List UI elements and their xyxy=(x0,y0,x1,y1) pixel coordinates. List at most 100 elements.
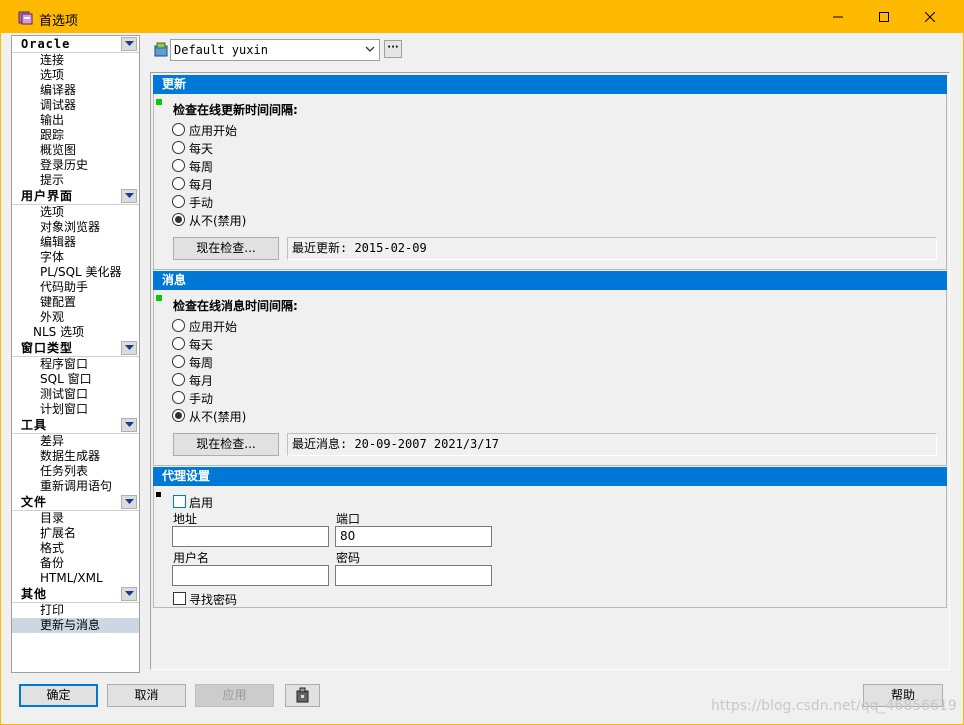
cancel-button[interactable]: 取消 xyxy=(107,684,186,707)
proxy-port-input[interactable]: 80 xyxy=(335,526,492,547)
category-item[interactable]: HTML/XML xyxy=(12,571,139,586)
update-check-now-button[interactable]: 现在检查... xyxy=(173,237,279,260)
update-interval-option-label: 从不(禁用) xyxy=(189,214,247,228)
category-item[interactable]: 扩展名 xyxy=(12,526,139,541)
find-password-checkbox[interactable] xyxy=(173,592,186,605)
messages-interval-radio[interactable] xyxy=(172,409,185,422)
close-icon xyxy=(925,12,935,22)
category-header[interactable]: 文件 xyxy=(12,494,139,511)
plugin-button[interactable] xyxy=(285,684,320,707)
category-item[interactable]: SQL 窗口 xyxy=(12,372,139,387)
proxy-password-input[interactable] xyxy=(335,565,492,586)
messages-interval-radio[interactable] xyxy=(172,373,185,386)
category-item[interactable]: 计划窗口 xyxy=(12,402,139,417)
chevron-down-icon xyxy=(365,46,375,52)
messages-interval-option-label: 从不(禁用) xyxy=(189,410,247,424)
collapse-button[interactable] xyxy=(121,341,137,355)
category-item[interactable]: 提示 xyxy=(12,173,139,188)
chevron-down-icon xyxy=(124,422,134,427)
category-item[interactable]: 任务列表 xyxy=(12,464,139,479)
proxy-marker xyxy=(156,492,161,497)
collapse-button[interactable] xyxy=(121,587,137,601)
find-password-label: 寻找密码 xyxy=(189,593,238,607)
collapse-button[interactable] xyxy=(121,37,137,51)
category-item[interactable]: 代码助手 xyxy=(12,280,139,295)
close-button[interactable] xyxy=(907,1,953,33)
maximize-icon xyxy=(879,12,889,22)
profile-select[interactable]: Default yuxin xyxy=(170,39,380,61)
category-item[interactable]: 差异 xyxy=(12,434,139,449)
title-bar[interactable]: 首选项 xyxy=(1,1,963,33)
category-item[interactable]: 外观 xyxy=(12,310,139,325)
update-interval-radio[interactable] xyxy=(172,177,185,190)
category-header[interactable]: 工具 xyxy=(12,417,139,434)
category-item[interactable]: 打印 xyxy=(12,603,139,618)
category-item[interactable]: 格式 xyxy=(12,541,139,556)
messages-interval-radio[interactable] xyxy=(172,319,185,332)
proxy-password-label: 密码 xyxy=(336,551,361,565)
window-title: 首选项 xyxy=(39,14,79,29)
category-item[interactable]: 登录历史 xyxy=(12,158,139,173)
proxy-enable-checkbox[interactable] xyxy=(173,495,186,508)
category-item[interactable]: 程序窗口 xyxy=(12,357,139,372)
category-item[interactable]: 目录 xyxy=(12,511,139,526)
minimize-icon xyxy=(833,16,843,18)
category-tree[interactable]: Oracle 连接 选项 编译器 调试器 输出 跟踪 概览图 登录历史 提示 用户界面 选项 对象浏览器… xyxy=(11,35,140,673)
category-item[interactable]: 调试器 xyxy=(12,98,139,113)
messages-interval-radio[interactable] xyxy=(172,355,185,368)
category-item[interactable]: 备份 xyxy=(12,556,139,571)
ok-button[interactable]: 确定 xyxy=(19,684,98,707)
category-item[interactable]: 概览图 xyxy=(12,143,139,158)
category-item[interactable]: 重新调用语句 xyxy=(12,479,139,494)
category-header[interactable]: 窗口类型 xyxy=(12,340,139,357)
proxy-section-header: 代理设置 xyxy=(153,467,947,486)
messages-interval-radio[interactable] xyxy=(172,391,185,404)
category-item[interactable]: 测试窗口 xyxy=(12,387,139,402)
proxy-username-input[interactable] xyxy=(172,565,329,586)
profile-icon xyxy=(154,42,168,57)
update-interval-radio[interactable] xyxy=(172,195,185,208)
category-header-label: Oracle xyxy=(21,37,71,51)
category-item[interactable]: 选项 xyxy=(12,205,139,220)
chevron-down-icon xyxy=(124,591,134,596)
category-item[interactable]: 数据生成器 xyxy=(12,449,139,464)
category-header-label: 文件 xyxy=(21,495,48,509)
messages-interval-option-label: 应用开始 xyxy=(189,320,238,334)
messages-status: 最近消息: 20-09-2007 2021/3/17 xyxy=(287,433,937,456)
collapse-button[interactable] xyxy=(121,418,137,432)
messages-interval-radio[interactable] xyxy=(172,337,185,350)
category-item[interactable]: 更新与消息 xyxy=(12,618,139,633)
category-header[interactable]: Oracle xyxy=(12,36,139,53)
category-item[interactable]: 编译器 xyxy=(12,83,139,98)
chevron-down-icon xyxy=(124,193,134,198)
category-item[interactable]: 跟踪 xyxy=(12,128,139,143)
chevron-down-icon xyxy=(124,499,134,504)
category-item[interactable]: 字体 xyxy=(12,250,139,265)
apply-button[interactable]: 应用 xyxy=(195,684,274,707)
category-item[interactable]: 连接 xyxy=(12,53,139,68)
update-interval-radio[interactable] xyxy=(172,213,185,226)
update-interval-radio[interactable] xyxy=(172,123,185,136)
collapse-button[interactable] xyxy=(121,495,137,509)
category-item[interactable]: NLS 选项 xyxy=(12,325,139,340)
messages-check-now-button[interactable]: 现在检查... xyxy=(173,433,279,456)
maximize-button[interactable] xyxy=(861,1,907,33)
proxy-enable-label: 启用 xyxy=(189,496,214,510)
collapse-button[interactable] xyxy=(121,189,137,203)
category-header[interactable]: 用户界面 xyxy=(12,188,139,205)
update-interval-option-label: 应用开始 xyxy=(189,124,238,138)
update-interval-radio[interactable] xyxy=(172,141,185,154)
profile-more-button[interactable]: ··· xyxy=(384,40,402,58)
proxy-address-input[interactable] xyxy=(172,526,329,547)
category-header-label: 工具 xyxy=(21,418,48,432)
update-interval-radio[interactable] xyxy=(172,159,185,172)
category-header-label: 其他 xyxy=(21,587,48,601)
category-item[interactable]: 编辑器 xyxy=(12,235,139,250)
category-item[interactable]: 对象浏览器 xyxy=(12,220,139,235)
category-item[interactable]: PL/SQL 美化器 xyxy=(12,265,139,280)
category-item[interactable]: 输出 xyxy=(12,113,139,128)
category-header[interactable]: 其他 xyxy=(12,586,139,603)
category-item[interactable]: 键配置 xyxy=(12,295,139,310)
category-item[interactable]: 选项 xyxy=(12,68,139,83)
minimize-button[interactable] xyxy=(815,1,861,33)
